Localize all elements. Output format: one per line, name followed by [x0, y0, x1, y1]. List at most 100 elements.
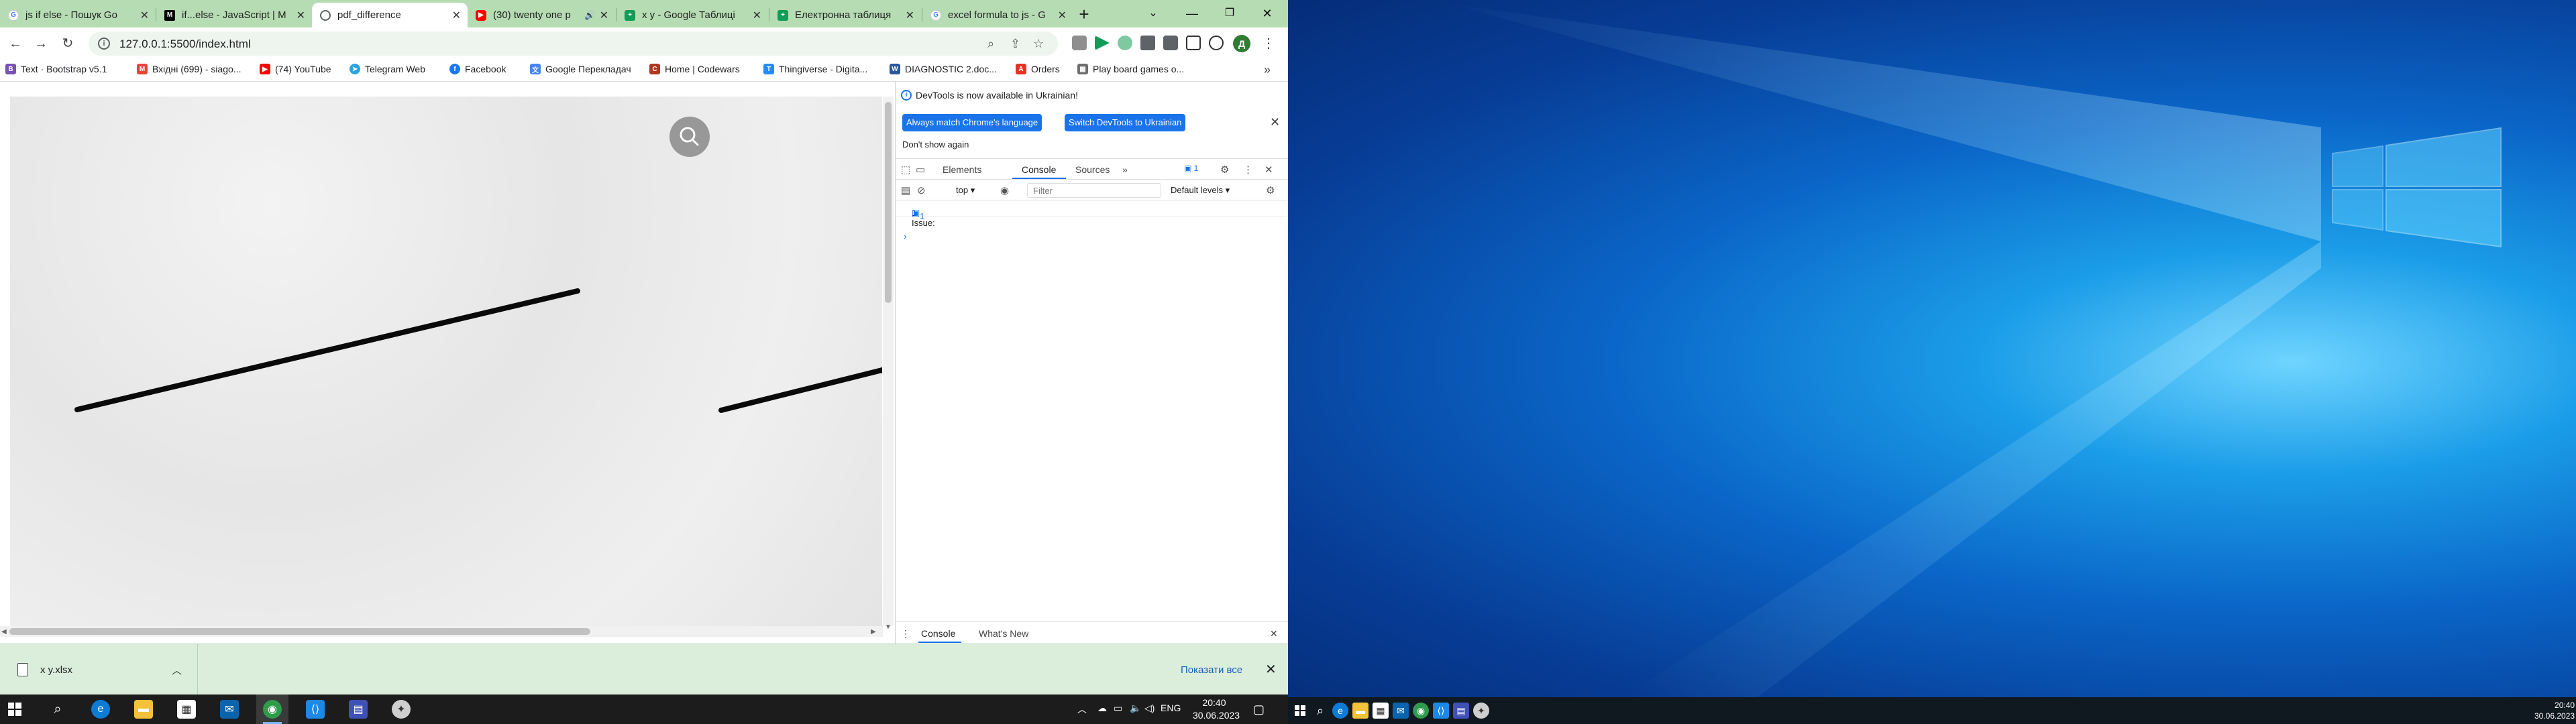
close-icon[interactable]: ✕ [1058, 9, 1067, 22]
new-tab-button[interactable]: + [1073, 4, 1095, 25]
tab-search-chevron-icon[interactable]: ⌄ [1135, 0, 1171, 27]
tray-chevron-up-icon[interactable]: ︿ [1077, 703, 1087, 716]
extensions-puzzle-icon[interactable] [1140, 36, 1155, 50]
app-icon[interactable]: ✦ [1473, 703, 1489, 719]
bookmark-item[interactable]: T Thingiverse - Digita... [763, 64, 867, 74]
tab-sources[interactable]: Sources [1075, 164, 1110, 175]
close-icon[interactable]: ✕ [452, 9, 461, 22]
drawer-menu-icon[interactable]: ⋮ [901, 628, 910, 640]
close-icon[interactable]: ✕ [906, 9, 914, 22]
issues-summary[interactable]: 1 Issue: ▣ 1 [896, 201, 1288, 228]
edge-icon[interactable]: e [91, 700, 110, 719]
canvas-image[interactable] [10, 97, 882, 626]
settings-gear-icon[interactable]: ⚙ [1220, 164, 1229, 176]
account-circle-icon[interactable] [1209, 36, 1224, 50]
kebab-menu-icon[interactable]: ⋮ [1243, 164, 1253, 176]
tab-elements[interactable]: Elements [943, 164, 981, 175]
profile-avatar[interactable]: Д [1233, 35, 1250, 52]
edge-icon[interactable]: e [1332, 703, 1348, 719]
tab-js-if-else-search[interactable]: G js if else - Пошук Go ✕ [0, 3, 156, 27]
bookmark-item[interactable]: W DIAGNOSTIC 2.doc... [890, 64, 997, 74]
bookmark-item[interactable]: C Home | Codewars [649, 64, 740, 74]
bookmark-item[interactable]: M Вхідні (699) - siago... [137, 64, 241, 74]
drawer-tab-whats-new[interactable]: What's New [979, 628, 1028, 639]
device-toolbar-icon[interactable]: ▭ [916, 164, 925, 176]
speaker-icon[interactable]: ◁) [1144, 703, 1155, 714]
calculator-icon[interactable]: ▤ [349, 700, 368, 719]
vertical-scroll-thumb[interactable] [885, 102, 892, 303]
chrome-icon[interactable]: ◉ [263, 700, 282, 719]
match-chrome-language-button[interactable]: Always match Chrome's language [902, 114, 1042, 131]
taskbar-clock[interactable]: 20:40 30.06.2023 [1193, 697, 1240, 722]
chevron-up-icon[interactable]: ︿ [172, 663, 182, 677]
scroll-down-arrow-icon[interactable]: ▼ [885, 623, 892, 631]
drawer-tab-console[interactable]: Console [921, 628, 955, 639]
console-settings-gear-icon[interactable]: ⚙ [1266, 184, 1275, 196]
close-icon[interactable]: ✕ [1265, 164, 1273, 176]
bookmark-item[interactable]: A Orders [1016, 64, 1060, 74]
bookmarks-overflow-chevron-icon[interactable]: » [1264, 63, 1271, 77]
file-explorer-icon[interactable]: ▬ [134, 700, 153, 719]
switch-to-ukrainian-button[interactable]: Switch DevTools to Ukrainian [1065, 114, 1186, 131]
store-icon[interactable]: ▦ [177, 700, 196, 719]
reload-button[interactable]: ↻ [58, 34, 78, 54]
chrome-icon[interactable]: ◉ [1413, 703, 1429, 719]
close-icon[interactable]: ✕ [1270, 115, 1280, 129]
bookmark-item[interactable]: ▶ (74) YouTube [260, 64, 331, 74]
network-icon[interactable]: ▭ [1114, 703, 1122, 714]
more-tabs-chevron-icon[interactable]: » [1122, 164, 1128, 175]
close-icon[interactable]: ✕ [753, 9, 761, 22]
context-selector[interactable]: top ▾ [956, 185, 975, 196]
close-window-button[interactable]: ✕ [1249, 0, 1285, 27]
close-icon[interactable]: ✕ [1270, 628, 1278, 640]
menu-kebab-icon[interactable]: ⋮ [1258, 34, 1279, 54]
tab-spreadsheet[interactable]: + Електронна таблиця ✕ [769, 3, 921, 27]
bookmark-item[interactable]: ▦ Play board games o... [1077, 64, 1184, 74]
calculator-icon[interactable]: ▤ [1453, 703, 1469, 719]
secondary-taskbar-clock[interactable]: 20:40 30.06.2023 [2534, 700, 2575, 721]
dont-show-again-link[interactable]: Don't show again [902, 139, 969, 149]
store-icon[interactable]: ▦ [1373, 703, 1389, 719]
onedrive-icon[interactable]: ☁ [1097, 703, 1107, 714]
play-extension-icon[interactable] [1095, 36, 1110, 50]
forward-button[interactable]: → [31, 34, 51, 54]
bookmark-item[interactable]: ➤ Telegram Web [350, 64, 425, 74]
bookmark-item[interactable]: B Text · Bootstrap v5.1 [5, 64, 107, 74]
share-icon[interactable]: ⇪ [1010, 37, 1020, 51]
address-bar[interactable]: i 127.0.0.1:5500/index.html ⌕ ⇪ ☆ [89, 32, 1058, 56]
search-icon[interactable]: ⌕ [1312, 703, 1328, 719]
sidebar-toggle-icon[interactable]: ▤ [901, 184, 910, 196]
tab-pdf-difference[interactable]: pdf_difference ✕ [312, 3, 468, 27]
tab-console[interactable]: Console [1022, 164, 1056, 175]
bookmark-item[interactable]: f Facebook [449, 64, 506, 74]
site-info-icon[interactable]: i [98, 38, 110, 50]
minimize-button[interactable]: — [1174, 0, 1210, 27]
clear-console-icon[interactable]: ⊘ [917, 184, 926, 196]
scroll-right-arrow-icon[interactable]: ▶ [871, 628, 876, 636]
restore-button[interactable]: ❐ [1212, 0, 1248, 27]
bookmark-star-icon[interactable]: ☆ [1033, 37, 1044, 51]
tab-excel-formula[interactable]: G excel formula to js - G ✕ [922, 3, 1073, 27]
volume-icon[interactable]: 🔈 [1130, 703, 1141, 714]
address-url[interactable]: 127.0.0.1:5500/index.html [119, 38, 251, 51]
issues-count-badge[interactable]: ▣ 1 [912, 208, 924, 221]
tab-sheets-xy[interactable]: + x y - Google Таблиці ✕ [616, 3, 768, 27]
speaker-icon[interactable]: 🔊 [584, 10, 595, 21]
side-panel-icon[interactable] [1186, 36, 1201, 50]
download-item[interactable]: x y.xlsx ︿ [0, 644, 198, 695]
media-control-icon[interactable] [1163, 36, 1178, 50]
notification-center-icon[interactable]: ▢ [1253, 703, 1265, 717]
scroll-left-arrow-icon[interactable]: ◀ [1, 628, 7, 636]
inspect-element-icon[interactable]: ⬚ [901, 164, 910, 176]
extension-icon[interactable] [1118, 36, 1132, 50]
mail-icon[interactable]: ✉ [220, 700, 239, 719]
windows-start-icon[interactable] [1292, 703, 1308, 719]
back-button[interactable]: ← [5, 34, 25, 54]
magnifier-button[interactable] [669, 117, 710, 157]
zoom-search-icon[interactable]: ⌕ [987, 37, 994, 51]
language-indicator[interactable]: ENG [1161, 703, 1181, 713]
close-icon[interactable]: ✕ [600, 9, 608, 22]
extension-icon[interactable] [1072, 36, 1087, 50]
issues-badge[interactable]: ▣ 1 [1184, 164, 1198, 173]
tab-youtube[interactable]: ▶ (30) twenty one p 🔊 ✕ [468, 3, 615, 27]
